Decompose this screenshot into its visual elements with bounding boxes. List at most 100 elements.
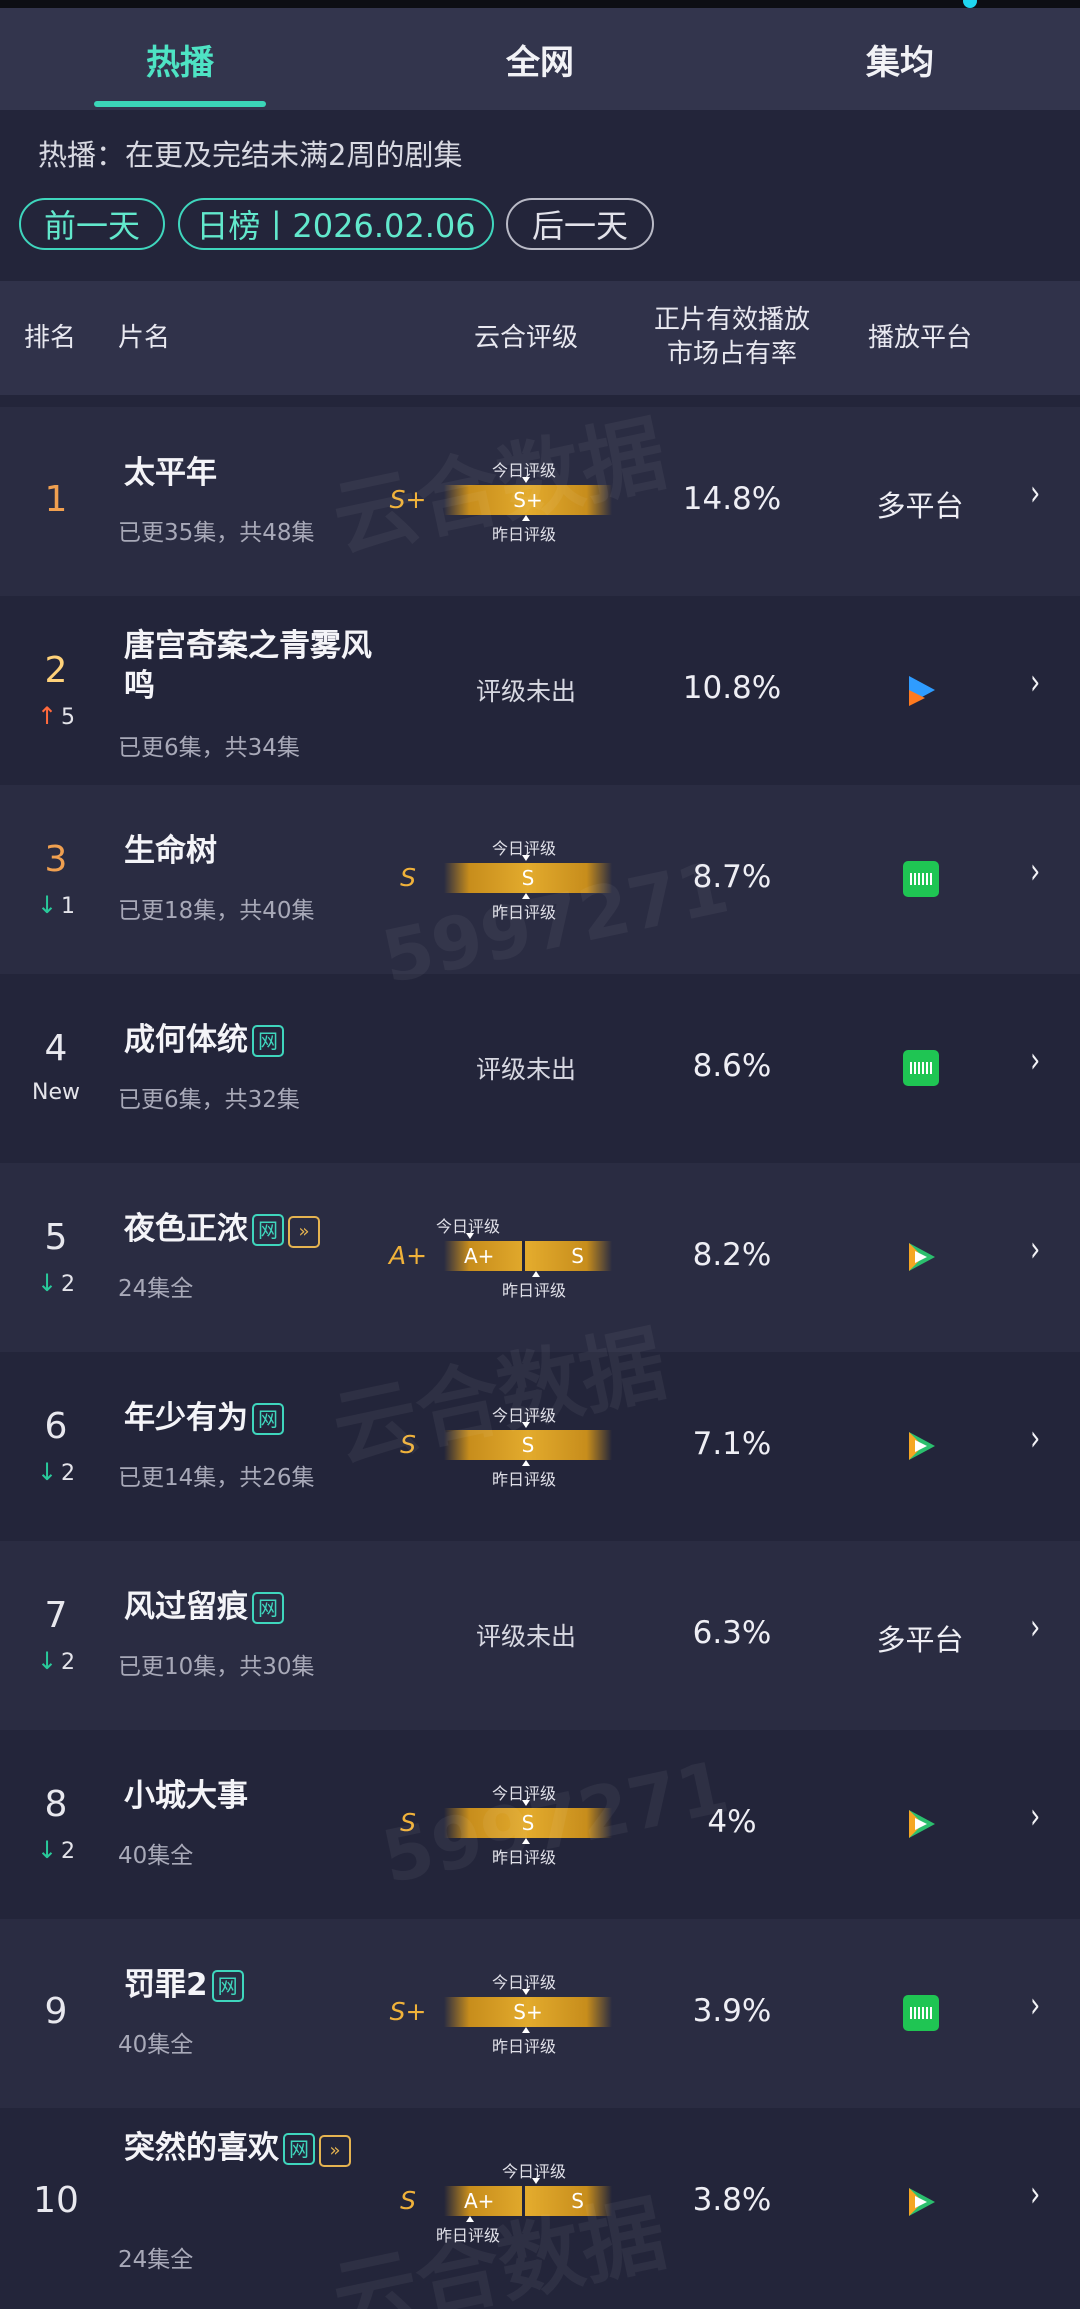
prev-day-button[interactable]: 前一天 — [19, 198, 165, 250]
chevron-right-icon[interactable]: › — [1030, 851, 1040, 892]
grade-label: A+ — [388, 1241, 428, 1270]
market-share: 4% — [707, 1804, 757, 1840]
next-day-button[interactable]: 后一天 — [506, 198, 654, 250]
chevron-right-icon[interactable]: › — [1030, 662, 1040, 703]
grade-label: S+ — [389, 1997, 427, 2026]
ranking-row[interactable]: 9 罚罪2 网 40集全 S+ 今日评级 S+ 昨日评级 3.9% › — [0, 1919, 1080, 2108]
drama-title: 太平年 — [124, 453, 374, 493]
episode-info: 已更6集，共32集 — [118, 1087, 300, 1113]
episode-info: 已更35集，共48集 — [118, 520, 315, 546]
today-marker — [522, 477, 530, 483]
tab-episode-average[interactable]: 集均 — [720, 8, 1080, 110]
yesterday-rating-label: 昨日评级 — [492, 903, 557, 922]
drama-title: 突然的喜欢网» — [124, 2128, 374, 2168]
rating-left-value: A+ — [464, 2189, 495, 2213]
platform-multi: 多平台 — [876, 1623, 964, 1657]
arrow-down-icon: ↓ — [36, 1269, 58, 1297]
trend-value: 2 — [61, 1272, 76, 1297]
drama-title-text: 唐宫奇案之青雾风鸣 — [124, 628, 372, 704]
iqiyi-icon — [903, 861, 939, 897]
header-rank: 排名 — [24, 323, 77, 353]
rating-bar: A+ S — [444, 2186, 612, 2216]
trend-value: 2 — [61, 1650, 76, 1675]
ranking-row[interactable]: 8 ↓ 2 小城大事 40集全 S 今日评级 S 昨日评级 4% › — [0, 1730, 1080, 1919]
rating-not-available: 评级未出 — [475, 1622, 576, 1651]
today-marker — [532, 2178, 540, 2184]
rating-divider — [522, 2186, 525, 2216]
rank-number: 4 — [44, 1028, 68, 1069]
ranking-row[interactable]: 3 ↓ 1 生命树 已更18集，共40集 S 今日评级 S 昨日评级 8.7% › — [0, 785, 1080, 974]
date-selector-button[interactable]: 日榜丨2026.02.06 — [178, 198, 494, 250]
grade-label: S — [400, 863, 416, 892]
tab-all-network[interactable]: 全网 — [360, 8, 720, 110]
ranking-row[interactable]: 10 突然的喜欢网» 24集全 S 今日评级 A+ S 昨日评级 3.8% › — [0, 2108, 1080, 2297]
drama-title: 成何体统网 — [124, 1020, 374, 1060]
rank-number: 7 — [44, 1595, 68, 1636]
market-share: 3.9% — [692, 1993, 772, 2029]
rating-not-available: 评级未出 — [475, 1055, 576, 1084]
rank-number: 2 — [44, 650, 68, 691]
market-share: 10.8% — [682, 670, 782, 706]
today-marker — [522, 1800, 530, 1806]
web-drama-badge: 网 — [252, 1214, 284, 1246]
chevron-right-icon[interactable]: › — [1030, 1607, 1040, 1648]
rating-bar: S — [444, 863, 612, 893]
chevron-right-icon[interactable]: › — [1030, 1985, 1040, 2026]
header-rating: 云合评级 — [473, 323, 578, 353]
ranking-row[interactable]: 4 New 成何体统网已更6集，共32集 评级未出 8.6% › — [0, 974, 1080, 1163]
arrow-down-icon: ↓ — [36, 1647, 58, 1675]
tab-bar: 热播 全网 集均 — [0, 8, 1080, 110]
drama-title-text: 生命树 — [124, 833, 217, 869]
fast-forward-badge: » — [288, 1216, 320, 1248]
episode-info: 已更14集，共26集 — [118, 1465, 315, 1491]
tencent-video-icon — [903, 1428, 939, 1464]
rating-value: S — [521, 1811, 535, 1835]
yesterday-rating-label: 昨日评级 — [492, 525, 557, 544]
rank-trend: ↓ 2 — [0, 1647, 112, 1675]
today-marker — [466, 1233, 474, 1239]
header-share-line2: 市场占有率 — [666, 339, 797, 369]
rank-number: 9 — [44, 1991, 68, 2032]
yesterday-rating-label: 昨日评级 — [492, 2037, 557, 2056]
ranking-row[interactable]: 7 ↓ 2 风过留痕网已更10集，共30集 评级未出 6.3% 多平台 › — [0, 1541, 1080, 1730]
rating-value: S — [521, 1433, 535, 1457]
today-marker — [522, 855, 530, 861]
market-share: 8.6% — [692, 1048, 772, 1084]
market-share: 14.8% — [682, 481, 782, 517]
rating-bar: S+ — [444, 485, 612, 515]
ranking-row[interactable]: 6 ↓ 2 年少有为网已更14集，共26集 S 今日评级 S 昨日评级 7.1% › — [0, 1352, 1080, 1541]
drama-title: 生命树 — [124, 831, 374, 871]
rating-bar: S — [444, 1808, 612, 1838]
chevron-right-icon[interactable]: › — [1030, 1796, 1040, 1837]
ranking-row[interactable]: 1 太平年 已更35集，共48集 S+ 今日评级 S+ 昨日评级 14.8% 多平台 › — [0, 407, 1080, 596]
tab-hot[interactable]: 热播 — [0, 8, 360, 110]
web-drama-badge: 网 — [252, 1403, 284, 1435]
chevron-right-icon[interactable]: › — [1030, 1040, 1040, 1081]
new-badge: New — [32, 1080, 80, 1105]
chevron-right-icon[interactable]: › — [1030, 1418, 1040, 1459]
drama-title: 风过留痕网 — [124, 1587, 374, 1627]
episode-info: 24集全 — [118, 2247, 194, 2273]
drama-title: 小城大事 — [124, 1776, 374, 1816]
ranking-row[interactable]: 5 ↓ 2 夜色正浓网» 24集全 A+ 今日评级 A+ S 昨日评级 8.2% › — [0, 1163, 1080, 1352]
iqiyi-icon — [903, 1995, 939, 2031]
episode-info: 40集全 — [118, 1843, 194, 1869]
drama-title-text: 突然的喜欢 — [124, 2130, 279, 2166]
yesterday-rating-label: 昨日评级 — [492, 1848, 557, 1867]
drama-title-text: 夜色正浓 — [124, 1211, 248, 1247]
header-share-line1: 正片有效播放 — [653, 305, 810, 335]
chevron-right-icon[interactable]: › — [1030, 2174, 1040, 2215]
episode-info: 已更18集，共40集 — [118, 898, 315, 924]
rating-right-value: S — [571, 1244, 584, 1268]
chevron-right-icon[interactable]: › — [1030, 473, 1040, 514]
drama-title-text: 罚罪2 — [124, 1967, 208, 2003]
ranking-row[interactable]: 2 ↑ 5 唐宫奇案之青雾风鸣 已更6集，共34集 评级未出 10.8% › — [0, 596, 1080, 785]
rating-left-value: A+ — [464, 1244, 495, 1268]
list-description: 热播：在更及完结未满2周的剧集 — [38, 138, 463, 172]
rating-bar: A+ S — [444, 1241, 612, 1271]
today-marker — [522, 1422, 530, 1428]
arrow-up-icon: ↑ — [36, 702, 58, 730]
chevron-right-icon[interactable]: › — [1030, 1229, 1040, 1270]
rank-trend: New — [0, 1080, 112, 1105]
rank-number: 5 — [44, 1217, 68, 1258]
